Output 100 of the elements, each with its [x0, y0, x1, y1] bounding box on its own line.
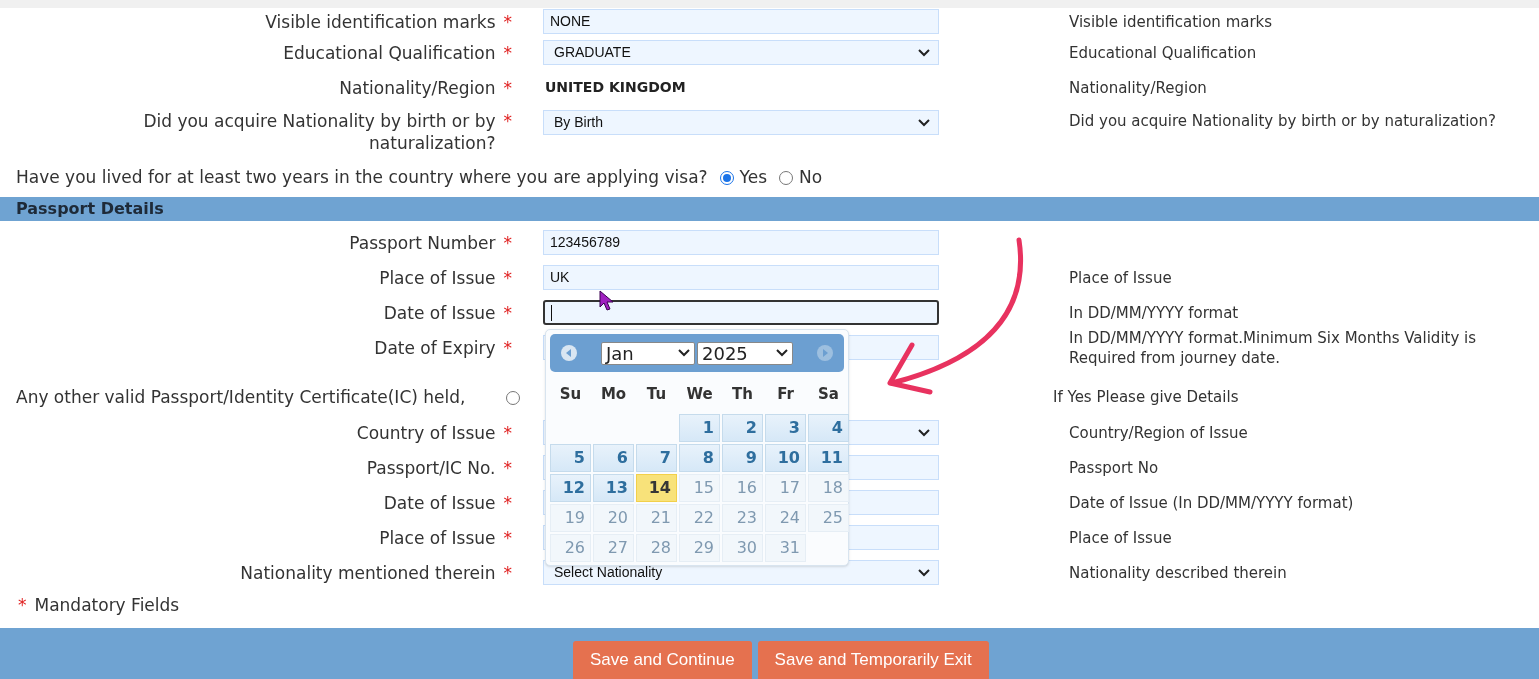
field-hint: Date of Issue (In DD/MM/YYYY format)	[1069, 492, 1354, 513]
mouse-pointer-icon	[599, 290, 615, 312]
field-label: Nationality/Region	[339, 76, 496, 99]
field-hint: Nationality/Region	[1069, 77, 1207, 98]
select-field[interactable]: GRADUATE	[543, 40, 939, 65]
calendar-day: 17	[765, 474, 806, 502]
field-label: Educational Qualification	[283, 41, 496, 64]
input-field[interactable]	[543, 300, 939, 325]
field-label: Place of Issue	[379, 526, 496, 549]
calendar-day[interactable]: 9	[722, 444, 763, 472]
field-hint: Nationality described therein	[1069, 562, 1287, 583]
required-mark: *	[503, 10, 512, 33]
field-value: UNITED KINGDOM	[544, 78, 687, 97]
chevron-icon	[918, 568, 930, 577]
radio-button[interactable]	[779, 170, 794, 185]
calendar-day: 21	[636, 504, 677, 532]
weekday-label: Tu	[645, 383, 668, 405]
calendar-day[interactable]: 11	[808, 444, 849, 472]
year-select[interactable]: 2025	[697, 341, 793, 365]
radio-label: No	[799, 165, 823, 189]
required-mark: *	[503, 336, 512, 359]
required-mark: *	[503, 76, 512, 99]
calendar-day: 20	[593, 504, 634, 532]
calendar-day: 27	[593, 534, 634, 562]
action-button[interactable]: Save and Temporarily Exit	[757, 641, 989, 679]
required-mark: *	[503, 526, 512, 549]
calendar-day: 19	[550, 504, 591, 532]
chevron-icon	[678, 349, 690, 357]
field-label: Visible identification marks	[265, 10, 496, 33]
field-hint: If Yes Please give Details	[1053, 387, 1239, 409]
calendar-day[interactable]: 4	[808, 414, 849, 442]
input-field[interactable]: 123456789	[543, 230, 939, 255]
input-field[interactable]: UK	[543, 265, 939, 290]
calendar-day: 15	[679, 474, 720, 502]
radio-label: Yes	[739, 165, 768, 189]
field-label: Passport Number	[349, 231, 496, 254]
weekday-label: Fr	[776, 383, 795, 405]
calendar-day: 23	[722, 504, 763, 532]
previous-month-icon[interactable]	[560, 344, 578, 362]
calendar-day: 26	[550, 534, 591, 562]
calendar-day: 30	[722, 534, 763, 562]
mandatory-note: Mandatory Fields	[34, 594, 180, 618]
calendar-day: 16	[722, 474, 763, 502]
chevron-icon	[918, 428, 930, 437]
field-label: Date of Issue	[383, 301, 496, 324]
calendar-day[interactable]: 5	[550, 444, 591, 472]
field-label: Country of Issue	[356, 421, 496, 444]
weekday-label: Mo	[599, 383, 628, 405]
required-mark: *	[503, 421, 512, 444]
calendar-day: 24	[765, 504, 806, 532]
calendar-day[interactable]: 1	[679, 414, 720, 442]
chevron-icon	[918, 118, 930, 127]
field-hint: In DD/MM/YYYY format.Minimum Six Months Validity is Required from journey date.	[1069, 327, 1478, 368]
field-label: Nationality mentioned therein	[240, 561, 496, 584]
radio-button[interactable]	[506, 390, 520, 405]
question-text: Have you lived for at least two years in the country where you are applying visa?	[16, 165, 708, 189]
calendar-day: 25	[808, 504, 849, 532]
required-mark: *	[503, 41, 512, 64]
calendar-day: 31	[765, 534, 806, 562]
calendar-day[interactable]: 2	[722, 414, 763, 442]
calendar-day[interactable]: 14	[636, 474, 677, 502]
calendar-day: 18	[808, 474, 849, 502]
field-label: Passport/IC No.	[366, 456, 496, 479]
field-label: Did you acquire Nationality by birth or by naturalization?	[142, 110, 496, 154]
month-select[interactable]: Jan	[601, 341, 695, 365]
weekday-label: Sa	[817, 383, 840, 405]
calendar-day[interactable]: 13	[593, 474, 634, 502]
chevron-icon	[918, 48, 930, 57]
required-mark: *	[503, 456, 512, 479]
field-hint: In DD/MM/YYYY format	[1069, 302, 1239, 323]
required-mark: *	[503, 231, 512, 254]
field-hint: Passport No	[1069, 457, 1159, 478]
required-mark: *	[18, 594, 27, 618]
field-hint: Place of Issue	[1069, 267, 1172, 288]
field-label: Date of Expiry	[374, 336, 496, 359]
field-hint: Educational Qualification	[1069, 42, 1257, 63]
select-field[interactable]: By Birth	[543, 110, 939, 135]
question-text: Any other valid Passport/Identity Certificate(IC) held,	[16, 385, 467, 409]
required-mark: *	[503, 491, 512, 514]
field-hint: Visible identification marks	[1069, 11, 1273, 32]
calendar-day[interactable]: 7	[636, 444, 677, 472]
action-button[interactable]: Save and Continue	[573, 641, 752, 679]
calendar-day: 22	[679, 504, 720, 532]
field-label: Place of Issue	[379, 266, 496, 289]
calendar-day[interactable]: 12	[550, 474, 591, 502]
weekday-label: Su	[558, 383, 583, 405]
calendar-day[interactable]: 8	[679, 444, 720, 472]
calendar-day[interactable]: 3	[765, 414, 806, 442]
required-mark: *	[503, 266, 512, 289]
required-mark: *	[503, 561, 512, 584]
input-field[interactable]: NONE	[543, 9, 939, 34]
calendar-day[interactable]: 6	[593, 444, 634, 472]
chevron-icon	[776, 349, 788, 357]
field-label: Date of Issue	[383, 491, 496, 514]
weekday-label: We	[685, 383, 714, 405]
required-mark: *	[503, 110, 512, 132]
radio-button[interactable]	[719, 170, 734, 185]
calendar-day: 29	[679, 534, 720, 562]
field-hint: Place of Issue	[1069, 527, 1172, 548]
calendar-day[interactable]: 10	[765, 444, 806, 472]
